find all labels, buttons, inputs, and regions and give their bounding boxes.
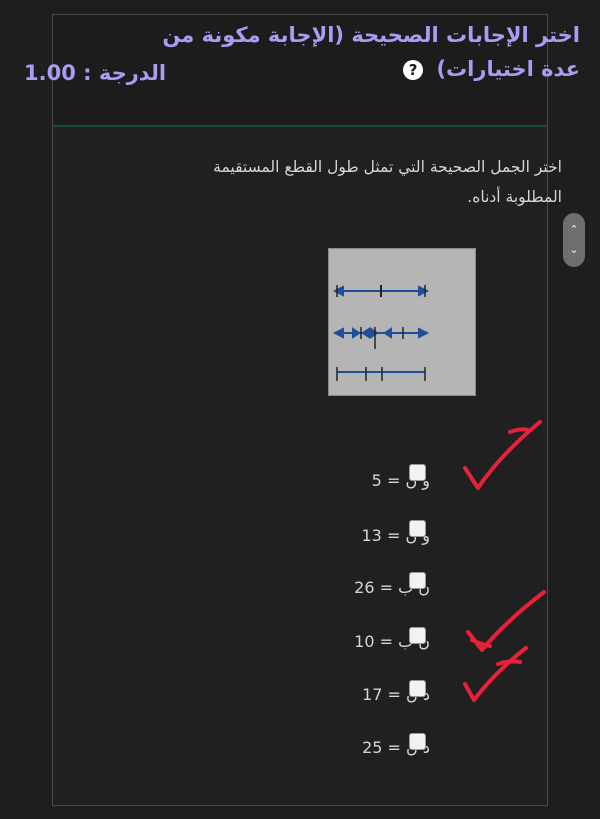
question-circle-icon[interactable]: ? <box>403 60 424 80</box>
option-checkbox[interactable] <box>409 572 426 589</box>
segment-diagram <box>328 248 476 396</box>
question-title: اختر الإجابات الصحيحة (الإجابة مكونة من … <box>140 18 580 86</box>
chevron-up-icon[interactable]: ⌃ <box>563 223 585 237</box>
chevron-down-icon[interactable]: ⌄ <box>563 243 585 257</box>
option-checkbox[interactable] <box>409 520 426 537</box>
option-checkbox[interactable] <box>409 733 426 750</box>
scroll-handle[interactable]: ⌃ ⌄ <box>563 213 585 267</box>
question-prompt: اختر الجمل الصحيحة التي تمثل طول القطع ا… <box>213 158 562 206</box>
question-title-text: اختر الإجابات الصحيحة (الإجابة مكونة من … <box>162 23 580 81</box>
option-checkbox[interactable] <box>409 464 426 481</box>
option-checkbox[interactable] <box>409 627 426 644</box>
option-checkbox[interactable] <box>409 680 426 697</box>
question-grade: الدرجة : 1.00 <box>24 61 167 85</box>
question-card <box>52 14 548 806</box>
